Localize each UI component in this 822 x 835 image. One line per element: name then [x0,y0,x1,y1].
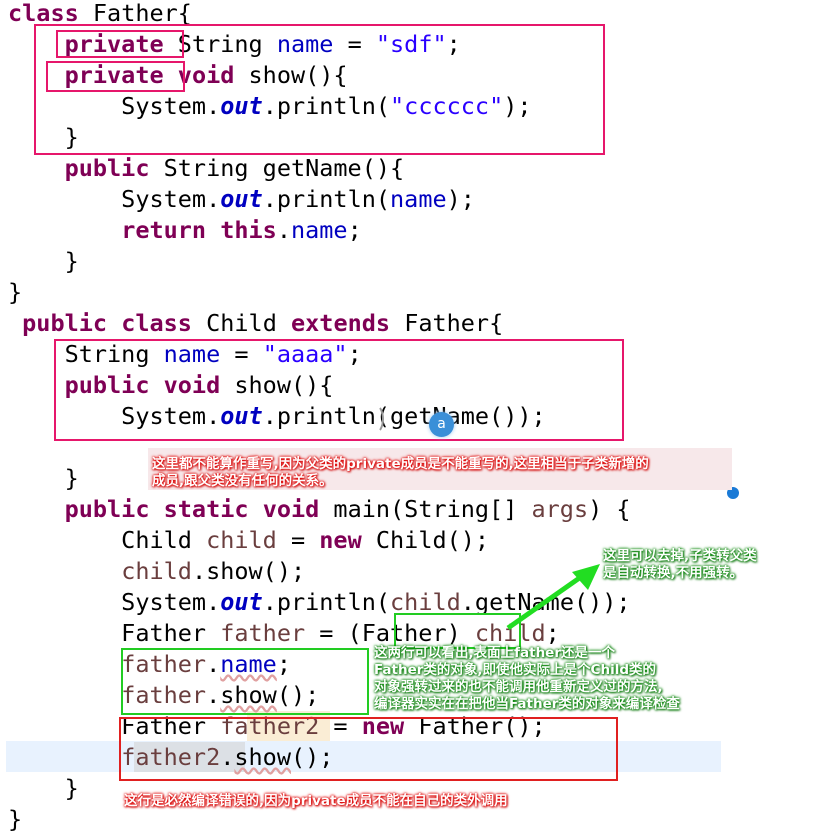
code-line: } [8,774,79,802]
private-keyword-box [46,61,185,92]
code-line: public String getName(){ [64,154,405,182]
code-line: child.show(); [121,557,306,585]
note-line: 这里都不能算作重写,因为父类的private成员是不能重写的,这里相当于子类新增… [152,456,649,472]
note-line: 编译器实实在在把他当Father类的对象来编译检查 [374,696,680,712]
code-line: } [8,278,23,306]
code-line: } [8,805,23,833]
child-members-box [54,339,624,441]
note-line: 对象强转过来的也不能调用他重新定义过的方法, [374,679,663,695]
code-line: Child child = new Child(); [8,526,490,554]
code-line: public static void main(String[] args) { [64,495,631,523]
mouse-cursor [366,404,384,434]
note-line: 成员,跟父类没有任何的关系。 [152,473,333,489]
note-line: 这里可以去掉,子类转父类 [603,548,757,564]
father-note: 这两行可以看出,表面上father还是一个 Father类的对象,即使他实际上是… [374,645,680,713]
private-keyword-box [56,30,184,58]
code-line: } [8,247,79,275]
compile-error-note: 这行是必然编译错误的,因为private成员不能在自己的类外调用 [124,793,508,810]
note-line: 这两行可以看出,表面上father还是一个 [374,645,615,661]
code-line: public class Child extends Father{ [22,309,504,337]
code-line: return this.name; [121,216,362,244]
code-line: } [8,464,79,492]
cast-note: 这里可以去掉,子类转父类 是自动转换,不用强转。 [603,548,757,582]
annotation-badge[interactable]: a [429,412,454,437]
override-note: 这里都不能算作重写,因为父类的private成员是不能重写的,这里相当于子类新增… [152,456,649,490]
note-line: Father类的对象,即使他实际上是个Child类的 [374,662,656,678]
father-calls-box [121,648,369,715]
arrow-icon [506,564,600,631]
father2-calls-box [119,717,618,781]
note-line: 是自动转换,不用强转。 [603,565,744,581]
code-line: System.out.println(name); [8,185,475,213]
note-line: 这行是必然编译错误的,因为private成员不能在自己的类外调用 [124,793,508,809]
